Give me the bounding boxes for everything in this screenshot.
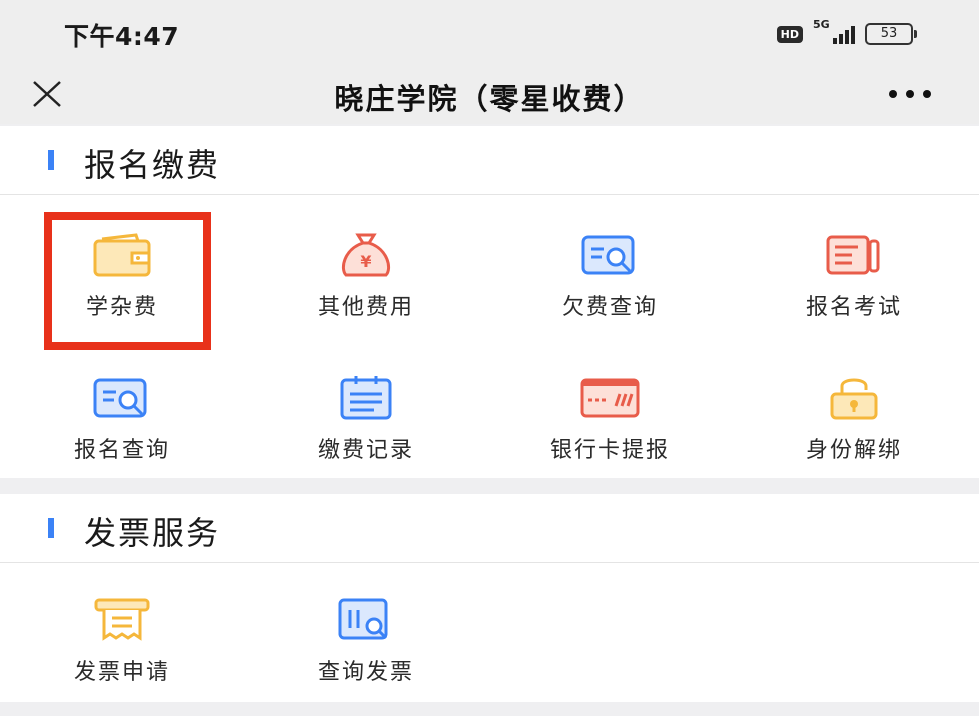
bank-card-item[interactable]: 银行卡提报 [488,374,732,494]
registration-query-label: 报名查询 [73,438,170,463]
status-bar: 下午4:47 HD 5G 53 [0,0,979,62]
highlight-box [44,212,211,350]
arrears-query-item[interactable]: 欠费查询 [488,231,732,351]
exam-paper-icon [826,235,880,275]
svg-text:¥: ¥ [360,252,371,271]
money-bag-icon: ¥ [341,233,391,277]
payment-records-item[interactable]: 缴费记录 [244,374,488,494]
invoice-query-item[interactable]: 查询发票 [244,596,488,716]
other-fees-item[interactable]: ¥ 其他费用 [244,231,488,351]
invoice-search-icon [338,598,388,640]
section-header: 发票服务 [0,494,979,563]
more-icon [889,90,931,98]
registration-query-item[interactable]: 报名查询 [0,374,244,494]
section-title: 报名缴费 [84,146,221,184]
invoice-icon [94,598,150,641]
status-time: 下午4:47 [64,22,180,51]
hd-badge: HD [776,25,803,43]
page-title: 晓庄学院（零星收费） [334,82,645,116]
document-search-icon [581,235,635,275]
bank-card-label: 银行卡提报 [549,438,670,463]
clipboard-list-icon [340,376,392,420]
payment-records-label: 缴费记录 [317,438,414,463]
identity-unbind-label: 身份解绑 [805,438,902,463]
section-marker [48,150,54,170]
invoice-application-label: 发票申请 [73,660,170,685]
bank-card-icon [580,378,640,418]
section-marker [48,518,54,538]
exam-registration-item[interactable]: 报名考试 [732,231,976,351]
arrears-query-label: 欠费查询 [561,295,658,320]
status-icons: HD 5G 53 [776,18,917,48]
other-fees-label: 其他费用 [317,295,414,320]
title-bar: 晓庄学院（零星收费） [0,62,979,124]
document-search-icon [93,378,147,418]
battery-icon: 53 [865,23,917,45]
exam-registration-label: 报名考试 [805,295,902,320]
more-button[interactable] [883,80,939,108]
invoice-service-section: 发票服务 发票申请 查询发票 [0,494,979,702]
identity-unbind-item[interactable]: 身份解绑 [732,374,976,494]
section-header: 报名缴费 [0,126,979,195]
unlock-icon [830,378,878,420]
invoice-query-label: 查询发票 [317,660,414,685]
section-title: 发票服务 [84,514,221,552]
signal-icon: 5G [813,18,855,44]
invoice-application-item[interactable]: 发票申请 [0,596,244,716]
network-type: 5G [813,18,830,31]
